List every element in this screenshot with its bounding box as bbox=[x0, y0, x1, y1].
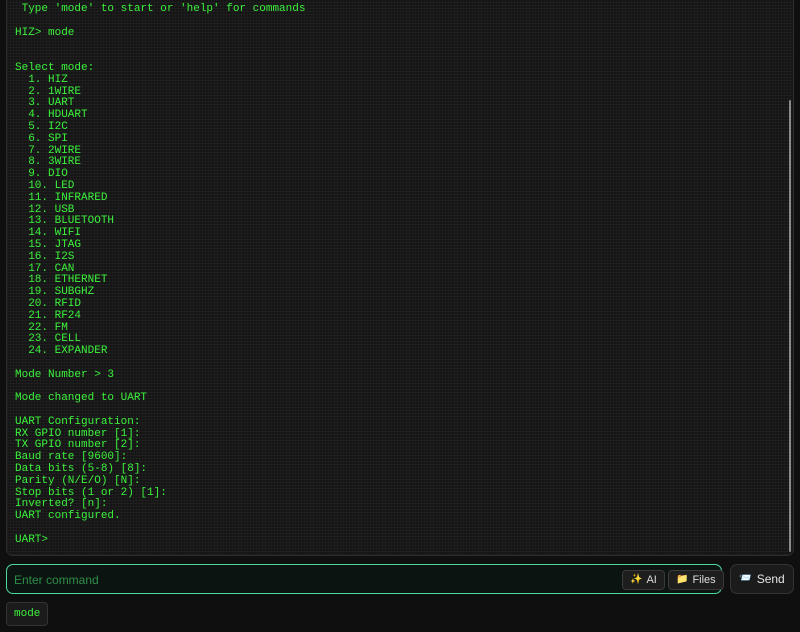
ai-button-label: AI bbox=[646, 574, 657, 586]
history-chip-mode[interactable]: mode bbox=[6, 602, 49, 626]
command-input[interactable] bbox=[14, 571, 574, 589]
files-button-label: Files bbox=[692, 574, 716, 586]
send-button[interactable]: 📨 Send bbox=[730, 564, 794, 594]
terminal-panel: Type 'mode' to start or 'help' for comma… bbox=[6, 0, 794, 556]
sparkles-icon: ✨ bbox=[630, 574, 643, 585]
files-button[interactable]: 📁 Files bbox=[668, 570, 724, 590]
ai-button[interactable]: ✨ AI bbox=[622, 570, 665, 590]
folder-icon: 📁 bbox=[676, 574, 689, 585]
terminal-scrollbar[interactable] bbox=[789, 100, 791, 552]
envelope-icon: 📨 bbox=[739, 573, 752, 584]
terminal-output: Type 'mode' to start or 'help' for comma… bbox=[15, 3, 306, 546]
command-bar: ✨ AI 📁 Files bbox=[6, 564, 724, 594]
send-button-label: Send bbox=[756, 572, 785, 586]
